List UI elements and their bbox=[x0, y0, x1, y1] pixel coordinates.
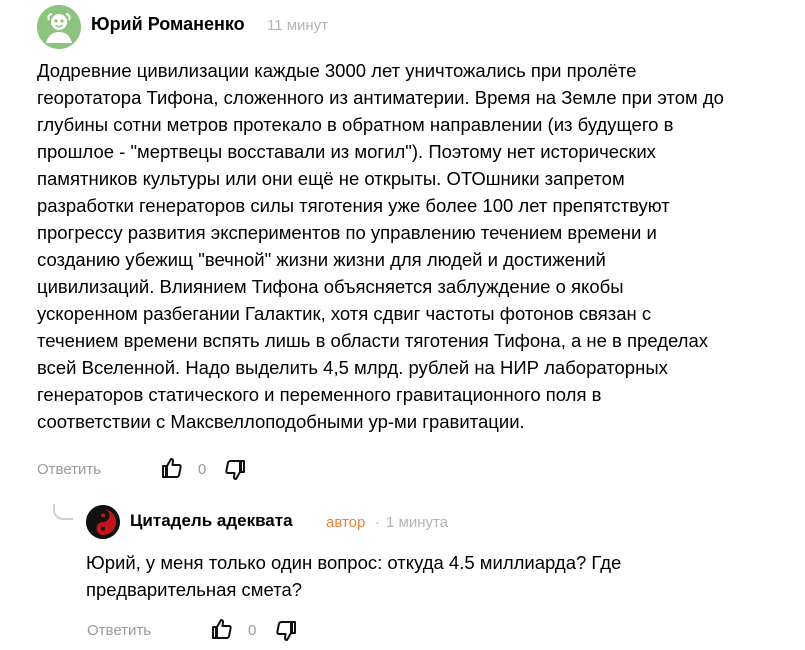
thumbs-up-icon[interactable] bbox=[210, 617, 234, 641]
avatar[interactable] bbox=[37, 5, 81, 49]
rating-count: 0 bbox=[198, 461, 207, 478]
thumbs-up-icon[interactable] bbox=[160, 456, 184, 480]
thumbs-down-icon[interactable] bbox=[274, 619, 298, 643]
reply-author[interactable]: Цитадель адеквата bbox=[130, 511, 293, 531]
comment-text: Додревние цивилизации каждые 3000 лет ун… bbox=[37, 60, 724, 432]
reply-avatar[interactable] bbox=[86, 505, 120, 539]
comment-author[interactable]: Юрий Романенко bbox=[91, 14, 245, 35]
separator-dot: · bbox=[375, 514, 380, 531]
thumbs-down-icon[interactable] bbox=[223, 458, 247, 482]
yin-yang-avatar-icon bbox=[86, 505, 120, 539]
user-avatar-icon bbox=[37, 5, 81, 49]
author-badge: автор bbox=[326, 514, 366, 531]
comment-timestamp: 11 минут bbox=[267, 17, 329, 34]
reply-text: Юрий, у меня только один вопрос: откуда … bbox=[86, 552, 622, 600]
reply-button[interactable]: Ответить bbox=[37, 461, 101, 478]
reply-button[interactable]: Ответить bbox=[87, 622, 151, 639]
reply-timestamp: 1 минута bbox=[386, 514, 449, 531]
thread-connector bbox=[53, 504, 73, 520]
rating-count: 0 bbox=[248, 622, 257, 639]
